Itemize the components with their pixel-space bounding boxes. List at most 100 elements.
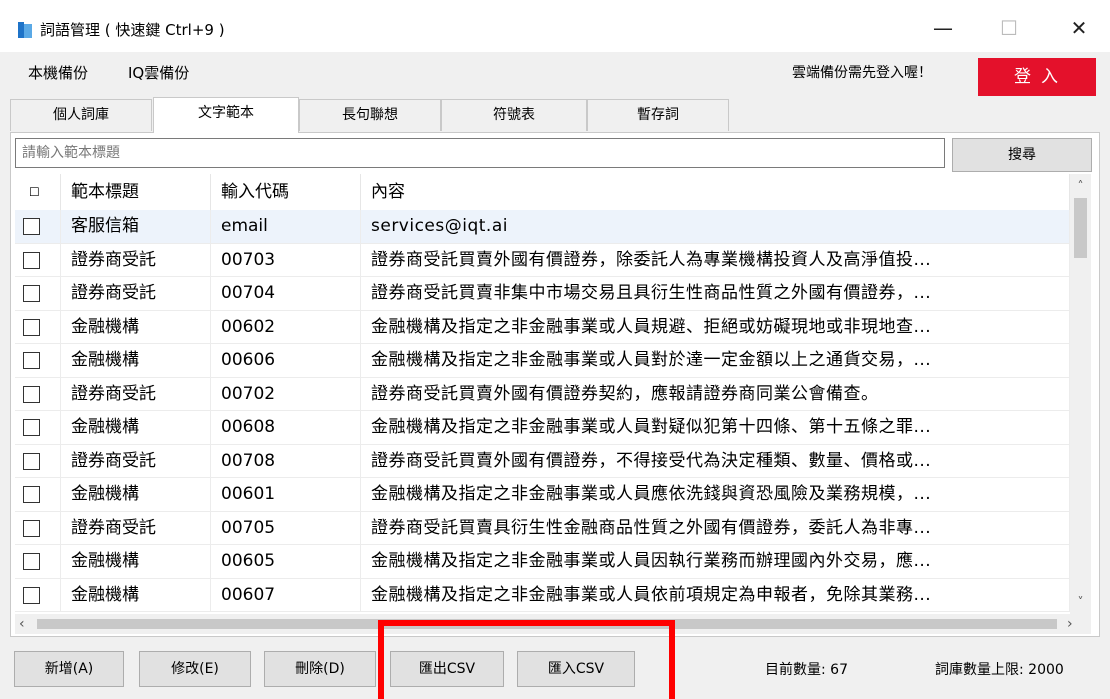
row-content: 金融機構及指定之非金融事業或人員依前項規定為申報者，免除其業務... bbox=[361, 578, 1070, 612]
row-title: 證券商受託 bbox=[61, 277, 211, 311]
row-code: 00708 bbox=[211, 444, 361, 478]
table-row[interactable]: 客服信箱 email services@iqt.ai bbox=[15, 210, 1070, 244]
table-row[interactable]: 證券商受託 00702 證券商受託買賣外國有價證券契約，應報請證券商同業公會備查。 bbox=[15, 377, 1070, 411]
tab-temp-words[interactable]: 暫存詞 bbox=[587, 99, 729, 131]
minimize-button[interactable]: — bbox=[920, 8, 966, 48]
add-button[interactable]: 新增(A) bbox=[14, 651, 124, 687]
horizontal-scrollbar[interactable]: ‹ › bbox=[15, 614, 1091, 634]
row-content: 證券商受託買賣外國有價證券，除委託人為專業機構投資人及高淨值投... bbox=[361, 243, 1070, 277]
table-row[interactable]: 金融機構 00607 金融機構及指定之非金融事業或人員依前項規定為申報者，免除其業務… bbox=[15, 578, 1070, 612]
row-checkbox-cell bbox=[15, 344, 61, 378]
row-content: 金融機構及指定之非金融事業或人員應依洗錢與資恐風險及業務規模，... bbox=[361, 478, 1070, 512]
row-checkbox[interactable] bbox=[23, 352, 40, 369]
horizontal-scroll-thumb[interactable] bbox=[37, 619, 1057, 629]
close-button[interactable]: ✕ bbox=[1056, 8, 1102, 48]
row-checkbox-cell bbox=[15, 444, 61, 478]
current-count: 目前數量: 67 bbox=[765, 662, 848, 678]
scroll-left-icon[interactable]: ‹ bbox=[19, 614, 35, 634]
row-checkbox[interactable] bbox=[23, 553, 40, 570]
row-checkbox-cell bbox=[15, 210, 61, 244]
maximize-button[interactable]: ☐ bbox=[986, 8, 1032, 48]
table-row[interactable]: 證券商受託 00704 證券商受託買賣非集中市場交易且具衍生性商品性質之外國有價證券… bbox=[15, 277, 1070, 311]
scroll-down-icon[interactable]: ˅ bbox=[1070, 592, 1091, 612]
column-header-code[interactable]: 輸入代碼 bbox=[211, 174, 361, 210]
row-title: 金融機構 bbox=[61, 411, 211, 445]
row-content: 證券商受託買賣具衍生性金融商品性質之外國有價證券，委託人為非專... bbox=[361, 511, 1070, 545]
row-content: 金融機構及指定之非金融事業或人員因執行業務而辦理國內外交易，應... bbox=[361, 545, 1070, 579]
vertical-scrollbar[interactable]: ˄ ˅ bbox=[1070, 174, 1091, 614]
row-code: 00608 bbox=[211, 411, 361, 445]
word-manager-window: 詞語管理 ( 快速鍵 Ctrl+9 ) — ☐ ✕ 本機備份 IQ雲備份 雲端備… bbox=[0, 0, 1110, 699]
row-checkbox-cell bbox=[15, 377, 61, 411]
row-checkbox[interactable] bbox=[23, 486, 40, 503]
export-csv-button[interactable]: 匯出CSV bbox=[390, 651, 504, 687]
table-header: ☐ 範本標題 輸入代碼 內容 bbox=[15, 174, 1070, 210]
delete-button[interactable]: 刪除(D) bbox=[264, 651, 376, 687]
row-checkbox[interactable] bbox=[23, 318, 40, 336]
row-code: 00605 bbox=[211, 545, 361, 579]
table-row[interactable]: 證券商受託 00708 證券商受託買賣外國有價證券，不得接受代為決定種類、數量、價格… bbox=[15, 444, 1070, 478]
table-row[interactable]: 金融機構 00608 金融機構及指定之非金融事業或人員對疑似犯第十四條、第十五條之罪… bbox=[15, 411, 1070, 445]
row-title: 證券商受託 bbox=[61, 444, 211, 478]
row-code: 00705 bbox=[211, 511, 361, 545]
row-content: 金融機構及指定之非金融事業或人員規避、拒絕或妨礙現地或非現地查... bbox=[361, 310, 1070, 344]
scroll-up-icon[interactable]: ˄ bbox=[1070, 176, 1091, 196]
row-title: 金融機構 bbox=[61, 478, 211, 512]
row-title: 金融機構 bbox=[61, 545, 211, 579]
import-csv-button[interactable]: 匯入CSV bbox=[517, 651, 635, 687]
row-checkbox-cell bbox=[15, 478, 61, 512]
column-header-content[interactable]: 內容 bbox=[361, 174, 1070, 210]
row-title: 金融機構 bbox=[61, 578, 211, 612]
tab-personal-dictionary[interactable]: 個人詞庫 bbox=[10, 99, 152, 131]
row-code: 00601 bbox=[211, 478, 361, 512]
count-limit: 詞庫數量上限: 2000 bbox=[935, 662, 1064, 678]
row-content: 金融機構及指定之非金融事業或人員對於達一定金額以上之通貨交易，... bbox=[361, 344, 1070, 378]
template-table: ☐ 範本標題 輸入代碼 內容 客服信箱 email services@iqt.ai 證… bbox=[15, 174, 1070, 614]
tab-long-phrase[interactable]: 長句聯想 bbox=[299, 99, 441, 131]
login-button[interactable]: 登入 bbox=[978, 58, 1096, 96]
vertical-scroll-thumb[interactable] bbox=[1074, 198, 1087, 258]
scroll-right-icon[interactable]: › bbox=[1067, 614, 1083, 634]
row-checkbox[interactable] bbox=[23, 586, 40, 604]
row-title: 證券商受託 bbox=[61, 377, 211, 411]
title-bar: 詞語管理 ( 快速鍵 Ctrl+9 ) — ☐ ✕ bbox=[0, 0, 1110, 52]
table-row[interactable]: 金融機構 00606 金融機構及指定之非金融事業或人員對於達一定金額以上之通貨交易，… bbox=[15, 344, 1070, 378]
row-code: 00703 bbox=[211, 243, 361, 277]
edit-button[interactable]: 修改(E) bbox=[139, 651, 251, 687]
row-content: 證券商受託買賣外國有價證券，不得接受代為決定種類、數量、價格或... bbox=[361, 444, 1070, 478]
menu-cloud-backup[interactable]: IQ雲備份 bbox=[128, 62, 189, 84]
tab-symbols[interactable]: 符號表 bbox=[441, 99, 587, 131]
tab-text-templates[interactable]: 文字範本 bbox=[153, 97, 299, 133]
table-row[interactable]: 金融機構 00601 金融機構及指定之非金融事業或人員應依洗錢與資恐風險及業務規模，… bbox=[15, 478, 1070, 512]
row-checkbox-cell bbox=[15, 511, 61, 545]
row-title: 客服信箱 bbox=[61, 210, 211, 244]
row-checkbox[interactable] bbox=[23, 519, 40, 537]
column-header-title[interactable]: 範本標題 bbox=[61, 174, 211, 210]
row-content: 金融機構及指定之非金融事業或人員對疑似犯第十四條、第十五條之罪... bbox=[361, 411, 1070, 445]
table-row[interactable]: 證券商受託 00703 證券商受託買賣外國有價證券，除委託人為專業機構投資人及高淨值… bbox=[15, 243, 1070, 277]
row-checkbox[interactable] bbox=[23, 251, 40, 269]
row-title: 證券商受託 bbox=[61, 243, 211, 277]
row-title: 金融機構 bbox=[61, 344, 211, 378]
row-content: 證券商受託買賣非集中市場交易且具衍生性商品性質之外國有價證券，... bbox=[361, 277, 1070, 311]
row-checkbox[interactable] bbox=[23, 285, 40, 302]
row-content: services@iqt.ai bbox=[361, 210, 1070, 244]
table-row[interactable]: 金融機構 00602 金融機構及指定之非金融事業或人員規避、拒絕或妨礙現地或非現地查… bbox=[15, 310, 1070, 344]
row-checkbox-cell bbox=[15, 277, 61, 311]
table-row[interactable]: 證券商受託 00705 證券商受託買賣具衍生性金融商品性質之外國有價證券，委託人為非… bbox=[15, 511, 1070, 545]
search-input[interactable] bbox=[15, 138, 945, 168]
row-checkbox[interactable] bbox=[23, 218, 40, 235]
row-checkbox[interactable] bbox=[23, 452, 40, 470]
select-all-checkbox[interactable]: ☐ bbox=[15, 174, 61, 210]
table-row[interactable]: 金融機構 00605 金融機構及指定之非金融事業或人員因執行業務而辦理國內外交易，應… bbox=[15, 545, 1070, 579]
menu-local-backup[interactable]: 本機備份 bbox=[28, 62, 88, 84]
search-button[interactable]: 搜尋 bbox=[952, 138, 1092, 172]
row-checkbox[interactable] bbox=[23, 419, 40, 436]
row-title: 金融機構 bbox=[61, 310, 211, 344]
row-code: 00606 bbox=[211, 344, 361, 378]
row-checkbox[interactable] bbox=[23, 385, 40, 403]
row-code: 00702 bbox=[211, 377, 361, 411]
cloud-login-note: 雲端備份需先登入喔！ bbox=[792, 65, 932, 81]
row-checkbox-cell bbox=[15, 411, 61, 445]
menu-bar: 本機備份 IQ雲備份 bbox=[0, 52, 1110, 96]
